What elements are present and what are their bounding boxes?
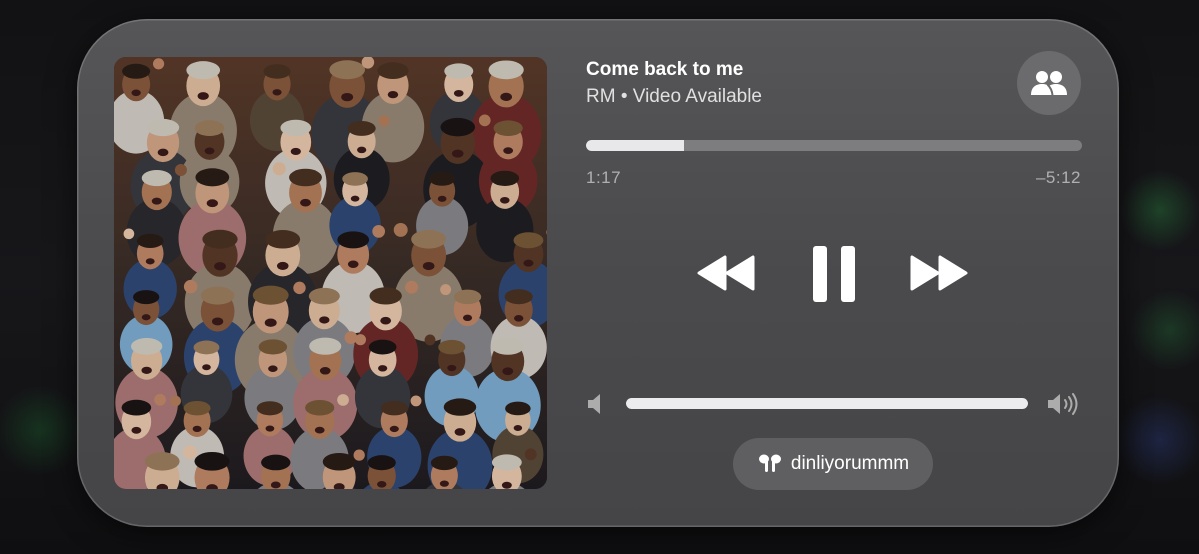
output-device-name: dinliyorummm xyxy=(790,453,910,474)
airpods-icon xyxy=(758,454,781,472)
speaker-low-icon xyxy=(588,394,600,414)
speaker-high-icon xyxy=(1048,393,1078,415)
track-subtitle[interactable]: RM • Video Available xyxy=(586,86,762,108)
volume-slider[interactable] xyxy=(626,398,1028,409)
track-title[interactable]: Come back to me xyxy=(586,59,743,81)
album-artwork[interactable] xyxy=(114,57,547,489)
now-playing-widget: Come back to me RM • Video Available 1:1… xyxy=(77,19,1119,527)
elapsed-time: 1:17 xyxy=(586,168,622,187)
pause-icon xyxy=(813,246,855,302)
playback-scrubber[interactable] xyxy=(586,140,1082,151)
rewind-button[interactable] xyxy=(697,251,757,295)
output-device-button[interactable]: dinliyorummm xyxy=(733,438,933,490)
volume-level-fill xyxy=(626,398,1028,409)
fast-forward-icon xyxy=(910,255,968,291)
shareplay-people-icon xyxy=(1031,71,1067,96)
pause-button[interactable] xyxy=(810,245,858,303)
fast-forward-button[interactable] xyxy=(908,251,968,295)
remaining-time: –5:12 xyxy=(1035,168,1081,187)
rewind-icon xyxy=(697,255,755,291)
album-artwork-image xyxy=(114,57,547,489)
shareplay-button[interactable] xyxy=(1017,51,1081,115)
playback-progress-fill xyxy=(586,140,685,151)
